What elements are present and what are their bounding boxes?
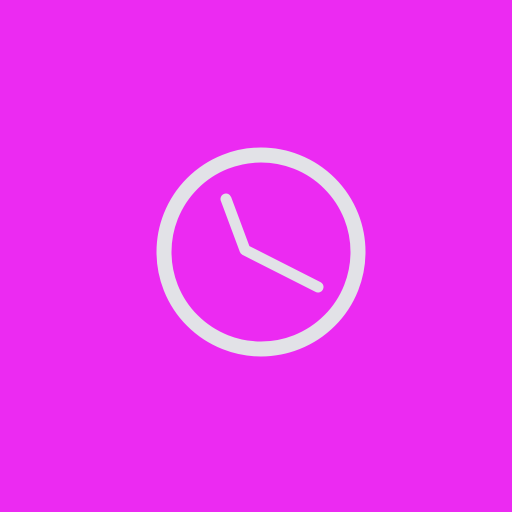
clock-hands xyxy=(220,193,324,293)
icon-tile xyxy=(0,0,512,512)
clock-icon xyxy=(156,147,366,357)
